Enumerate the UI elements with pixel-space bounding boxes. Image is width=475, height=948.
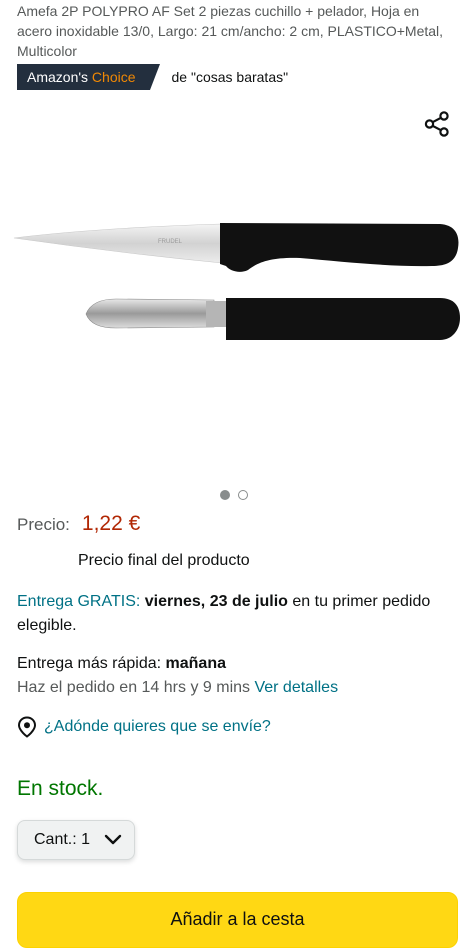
location-pin-icon (17, 716, 37, 738)
location-prompt[interactable]: ¿Adónde quieres que se envíe? (44, 718, 271, 736)
blade-brand-text: FRUDEL (158, 239, 183, 245)
badge-context: de "cosas baratas" (171, 69, 289, 85)
amazons-choice-badge[interactable]: Amazon's Choice (17, 64, 159, 90)
stock-status: En stock. (17, 777, 104, 800)
product-title: Amefa 2P POLYPRO AF Set 2 piezas cuchill… (17, 3, 444, 59)
order-countdown: Haz el pedido en 14 hrs y 9 mins (17, 679, 251, 696)
amazons-choice-badge-row[interactable]: Amazon's Choice de "cosas baratas" (17, 64, 288, 90)
badge-highlight: Choice (91, 69, 136, 85)
carousel-dot-2[interactable] (238, 490, 248, 500)
see-details-link[interactable]: Ver detalles (254, 679, 338, 696)
delivery-date: viernes, 23 de julio (144, 593, 288, 610)
free-delivery-info: Entrega GRATIS: viernes, 23 de julio en … (17, 590, 462, 638)
free-delivery-label[interactable]: Entrega GRATIS: (17, 593, 140, 610)
quantity-select[interactable]: Cant.: 1 (17, 820, 135, 860)
price-note: Precio final del producto (78, 552, 250, 569)
carousel-dot-1[interactable] (220, 490, 230, 500)
peeler-image (85, 298, 460, 340)
image-carousel-indicator[interactable] (220, 490, 248, 500)
quantity-value: 1 (81, 831, 91, 848)
product-image[interactable]: FRUDEL (0, 200, 475, 360)
badge-prefix: Amazon's (27, 69, 92, 85)
price-label: Precio: (17, 515, 70, 534)
price-row: Precio: 1,22 € (17, 512, 140, 536)
chevron-down-icon (104, 834, 122, 845)
add-to-cart-button[interactable]: Añadir a la cesta (17, 892, 458, 948)
quantity-label: Cant.: (34, 831, 77, 848)
fast-delivery-info: Entrega más rápida: mañana Haz el pedido… (17, 652, 462, 700)
share-icon[interactable] (424, 111, 450, 137)
price-value: 1,22 € (81, 512, 141, 535)
fast-delivery-value: mañana (165, 655, 226, 672)
fast-delivery-label: Entrega más rápida: (17, 655, 162, 672)
knife-image: FRUDEL (13, 223, 459, 272)
delivery-location-link[interactable]: ¿Adónde quieres que se envíe? (17, 716, 271, 738)
